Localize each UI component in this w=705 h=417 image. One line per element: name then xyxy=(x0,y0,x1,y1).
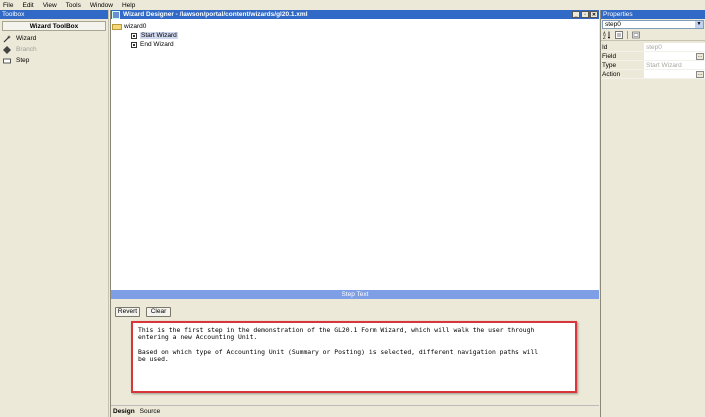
property-value-text: Start Wizard xyxy=(646,62,682,69)
tab-source[interactable]: Source xyxy=(140,408,161,415)
tree-node-wizard0[interactable]: wizard0 xyxy=(111,22,178,31)
properties-title: Properties xyxy=(601,10,705,19)
toolbox-item-label: Step xyxy=(16,57,30,64)
properties-toolbar: AZ xyxy=(601,30,705,41)
property-value[interactable]: ... xyxy=(644,52,705,60)
ellipsis-button[interactable]: ... xyxy=(696,71,704,78)
close-icon[interactable]: ✕ xyxy=(590,11,598,18)
tab-design[interactable]: Design xyxy=(113,408,135,415)
step-node-icon xyxy=(131,32,137,39)
property-row-action[interactable]: Action ... xyxy=(601,70,705,79)
wizard-toolbox-header[interactable]: Wizard ToolBox xyxy=(2,21,106,31)
property-key: Action xyxy=(601,70,644,78)
tree-node-label: Start Wizard xyxy=(140,32,178,39)
svg-text:Z: Z xyxy=(603,35,606,39)
tree-node-label: End Wizard xyxy=(140,41,174,48)
ellipsis-button[interactable]: ... xyxy=(696,53,704,60)
revert-button[interactable]: Revert xyxy=(115,307,140,317)
wizard-designer-window: Wizard Designer - /lawson/portal/content… xyxy=(110,10,599,417)
menu-window[interactable]: Window xyxy=(90,2,113,9)
properties-panel: Properties step0 ▼ AZ Id step0 Field ...… xyxy=(600,10,705,417)
tree-node-label: wizard0 xyxy=(124,23,147,30)
designer-title: Wizard Designer - /lawson/portal/content… xyxy=(123,11,308,18)
menu-view[interactable]: View xyxy=(43,2,57,9)
sort-alphabetical-icon[interactable]: AZ xyxy=(603,31,611,40)
tree-node-end-wizard[interactable]: End Wizard xyxy=(111,40,178,49)
maximize-icon[interactable]: ▫ xyxy=(581,11,589,18)
property-row-id[interactable]: Id step0 xyxy=(601,43,705,52)
toolbox-item-label: Branch xyxy=(16,46,37,53)
step-icon xyxy=(3,57,11,65)
property-value[interactable]: ... xyxy=(644,70,705,78)
menu-bar: File Edit View Tools Window Help xyxy=(0,0,705,10)
menu-edit[interactable]: Edit xyxy=(22,2,33,9)
branch-icon xyxy=(3,45,11,54)
property-value-text: step0 xyxy=(646,44,662,51)
property-key: Id xyxy=(601,43,644,51)
menu-tools[interactable]: Tools xyxy=(66,2,81,9)
tree-node-start-wizard[interactable]: Start Wizard xyxy=(111,31,178,40)
property-pages-icon[interactable] xyxy=(632,31,640,39)
menu-help[interactable]: Help xyxy=(122,2,135,9)
toolbox-item-branch[interactable]: Branch xyxy=(0,44,108,55)
step-text-header: Step Text xyxy=(111,290,599,299)
toolbox-item-label: Wizard xyxy=(16,35,37,42)
minimize-icon[interactable]: _ xyxy=(572,11,580,18)
categorized-icon[interactable] xyxy=(615,31,623,39)
property-value[interactable]: Start Wizard xyxy=(644,61,705,69)
folder-icon xyxy=(112,23,122,30)
property-key: Field xyxy=(601,52,644,60)
step-text-editor[interactable]: This is the first step in the demonstrat… xyxy=(131,321,577,393)
designer-tabs: Design Source xyxy=(111,405,599,417)
window-controls: _ ▫ ✕ xyxy=(571,11,598,18)
toolbox-item-step[interactable]: Step xyxy=(0,55,108,66)
property-value[interactable]: step0 xyxy=(644,43,705,51)
property-row-field[interactable]: Field ... xyxy=(601,52,705,61)
wand-icon xyxy=(3,34,11,43)
property-row-type[interactable]: Type Start Wizard xyxy=(601,61,705,70)
property-grid: Id step0 Field ... Type Start Wizard Act… xyxy=(601,43,705,79)
toolbox-item-wizard[interactable]: Wizard xyxy=(0,33,108,44)
chevron-down-icon[interactable]: ▼ xyxy=(695,21,703,28)
step-text-panel: Revert Clear This is the first step in t… xyxy=(111,299,599,405)
toolbox-panel: Toolbox Wizard ToolBox Wizard Branch Ste… xyxy=(0,10,109,417)
designer-app-icon xyxy=(112,10,120,19)
property-key: Type xyxy=(601,61,644,69)
designer-title-bar: Wizard Designer - /lawson/portal/content… xyxy=(111,10,599,19)
clear-button[interactable]: Clear xyxy=(146,307,171,317)
object-selector-value: step0 xyxy=(605,21,621,28)
wizard-tree: wizard0 Start Wizard End Wizard xyxy=(111,22,178,49)
step-node-icon xyxy=(131,41,137,48)
toolbar-divider xyxy=(627,31,628,39)
toolbox-title: Toolbox xyxy=(0,10,108,19)
object-selector[interactable]: step0 ▼ xyxy=(602,20,704,29)
menu-file[interactable]: File xyxy=(3,2,13,9)
